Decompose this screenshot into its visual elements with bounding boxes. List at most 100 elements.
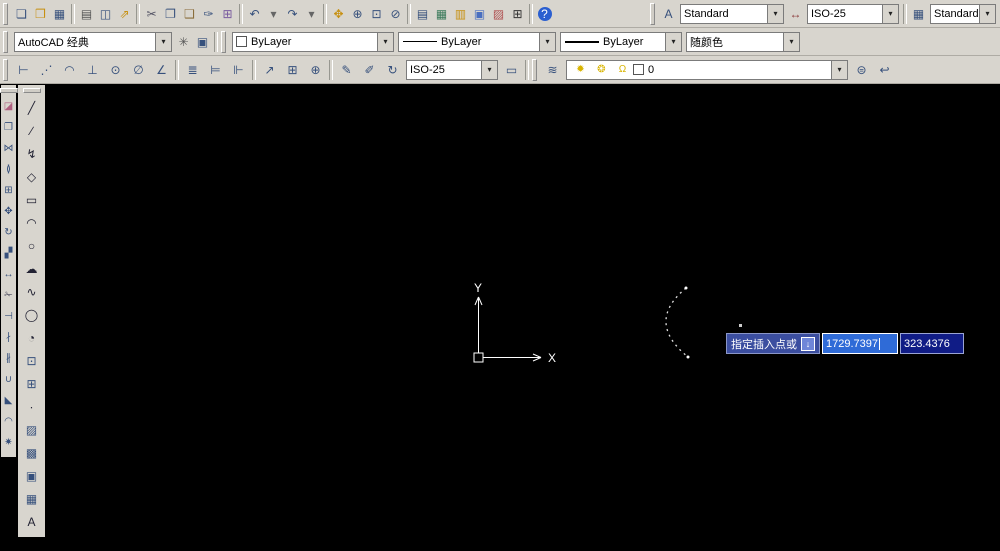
sheet-set-manager-button[interactable]: ▣ <box>470 4 489 24</box>
erase-button[interactable]: ◪ <box>1 96 17 117</box>
region-button[interactable]: ▣ <box>21 464 43 487</box>
dropdown-arrow-icon[interactable]: ▾ <box>377 32 393 51</box>
dynamic-input-x-field[interactable]: 1729.7397 <box>822 333 898 354</box>
hatch-button[interactable]: ▨ <box>21 418 43 441</box>
point-button[interactable]: ∙ <box>21 395 43 418</box>
text-style-combo[interactable]: Standard ▾ <box>680 3 784 24</box>
dim-continue-button[interactable]: ⊩ <box>228 60 249 80</box>
dim-angular-button[interactable]: ∠ <box>151 60 172 80</box>
toolbar-grip[interactable] <box>22 88 41 93</box>
zoom-window-button[interactable]: ⊡ <box>367 4 386 24</box>
toolbar-grip[interactable] <box>3 58 8 81</box>
mirror-button[interactable]: ⋈ <box>1 138 17 159</box>
revision-cloud-button[interactable]: ☁ <box>21 257 43 280</box>
layer-previous-button[interactable]: ↩ <box>874 60 895 80</box>
cut-button[interactable]: ✂ <box>142 4 161 24</box>
dropdown-arrow-icon[interactable]: ▾ <box>155 32 171 51</box>
ellipse-button[interactable]: ◯ <box>21 303 43 326</box>
tolerance-button[interactable]: ⊞ <box>282 60 303 80</box>
properties-button[interactable]: ▤ <box>413 4 432 24</box>
copy-object-button[interactable]: ❐ <box>1 117 17 138</box>
dim-style-control-combo[interactable]: ISO-25 ▾ <box>406 59 498 80</box>
designcenter-button[interactable]: ▦ <box>432 4 451 24</box>
construction-line-button[interactable]: ∕ <box>21 119 43 142</box>
text-style-button[interactable]: A <box>659 4 678 24</box>
circle-button[interactable]: ○ <box>21 234 43 257</box>
layer-combo[interactable]: ✹ ❂ Ω 0 ▾ <box>566 59 848 80</box>
zoom-realtime-button[interactable]: ⊕ <box>348 4 367 24</box>
layer-properties-manager-button[interactable]: ≋ <box>542 60 563 80</box>
block-editor-button[interactable]: ⊞ <box>218 4 237 24</box>
new-button[interactable]: ❏ <box>12 4 31 24</box>
open-button[interactable]: ❒ <box>31 4 50 24</box>
dim-style-manager-button[interactable]: ▭ <box>501 60 522 80</box>
dropdown-arrow-icon[interactable]: ▾ <box>767 4 783 23</box>
lineweight-combo[interactable]: ByLayer ▾ <box>560 31 682 52</box>
extend-button[interactable]: ⊣ <box>1 306 17 327</box>
make-block-button[interactable]: ⊞ <box>21 372 43 395</box>
dim-style-button[interactable]: ↔ <box>786 4 805 24</box>
dim-arc-length-button[interactable]: ◠ <box>59 60 80 80</box>
rectangle-button[interactable]: ▭ <box>21 188 43 211</box>
fillet-button[interactable]: ◠ <box>1 411 17 432</box>
join-button[interactable]: ∪ <box>1 369 17 390</box>
dim-aligned-button[interactable]: ⋰ <box>36 60 57 80</box>
redo-button[interactable]: ↷ <box>283 4 302 24</box>
workspace-settings-button[interactable]: ✳ <box>174 32 193 52</box>
object-color-combo[interactable]: ByLayer ▾ <box>232 31 394 52</box>
quickcalc-button[interactable]: ⊞ <box>508 4 527 24</box>
toolbar-grip[interactable] <box>3 30 8 53</box>
stretch-button[interactable]: ↔ <box>1 264 17 285</box>
plot-style-combo[interactable]: 随颜色 ▾ <box>686 31 800 52</box>
break-at-point-button[interactable]: ∤ <box>1 327 17 348</box>
layer-thaw-button[interactable]: ❂ <box>592 63 611 77</box>
table-style-button[interactable]: ▦ <box>909 4 928 24</box>
rotate-button[interactable]: ↻ <box>1 222 17 243</box>
multiline-text-button[interactable]: A <box>21 510 43 533</box>
scale-button[interactable]: ▞ <box>1 243 17 264</box>
copy-button[interactable]: ❐ <box>161 4 180 24</box>
toolbar-grip[interactable] <box>532 58 537 81</box>
paste-button[interactable]: ❑ <box>180 4 199 24</box>
dropdown-arrow-icon[interactable]: ▾ <box>481 60 497 79</box>
spline-button[interactable]: ∿ <box>21 280 43 303</box>
redo-options-button[interactable]: ▾ <box>302 4 321 24</box>
move-button[interactable]: ✥ <box>1 201 17 222</box>
arc-button[interactable]: ◠ <box>21 211 43 234</box>
table-style-combo[interactable]: Standard ▾ <box>930 3 996 24</box>
line-button[interactable]: ╱ <box>21 96 43 119</box>
layer-unlock-button[interactable]: Ω <box>613 63 632 77</box>
break-button[interactable]: ∦ <box>1 348 17 369</box>
dropdown-arrow-icon[interactable]: ▾ <box>979 4 995 23</box>
center-mark-button[interactable]: ⊕ <box>305 60 326 80</box>
dynamic-input-y-field[interactable]: 323.4376 <box>900 333 964 354</box>
toolbar-grip[interactable] <box>0 88 18 93</box>
table-button[interactable]: ▦ <box>21 487 43 510</box>
dim-radius-button[interactable]: ⊙ <box>105 60 126 80</box>
zoom-previous-button[interactable]: ⊘ <box>386 4 405 24</box>
plot-button[interactable]: ▤ <box>77 4 96 24</box>
dim-style-combo[interactable]: ISO-25 ▾ <box>807 3 899 24</box>
save-button[interactable]: ▦ <box>50 4 69 24</box>
make-objects-layer-current-button[interactable]: ⊜ <box>851 60 872 80</box>
linetype-combo[interactable]: ByLayer ▾ <box>398 31 556 52</box>
undo-options-button[interactable]: ▾ <box>264 4 283 24</box>
help-button[interactable]: ? <box>535 4 554 24</box>
quick-dimension-button[interactable]: ≣ <box>182 60 203 80</box>
toolbar-grip[interactable] <box>221 30 226 53</box>
markup-set-manager-button[interactable]: ▨ <box>489 4 508 24</box>
dim-diameter-button[interactable]: ∅ <box>128 60 149 80</box>
undo-button[interactable]: ↶ <box>245 4 264 24</box>
toolbar-grip[interactable] <box>650 2 655 25</box>
polygon-button[interactable]: ◇ <box>21 165 43 188</box>
workspace-combo[interactable]: AutoCAD 经典 ▾ <box>14 31 172 52</box>
plot-preview-button[interactable]: ◫ <box>96 4 115 24</box>
chamfer-button[interactable]: ◣ <box>1 390 17 411</box>
layer-on-button[interactable]: ✹ <box>571 63 590 77</box>
toolbar-grip[interactable] <box>3 2 8 25</box>
polyline-button[interactable]: ↯ <box>21 142 43 165</box>
publish-button[interactable]: ⇗ <box>115 4 134 24</box>
insert-block-button[interactable]: ⊡ <box>21 349 43 372</box>
pan-button[interactable]: ✥ <box>329 4 348 24</box>
tool-palettes-button[interactable]: ▥ <box>451 4 470 24</box>
